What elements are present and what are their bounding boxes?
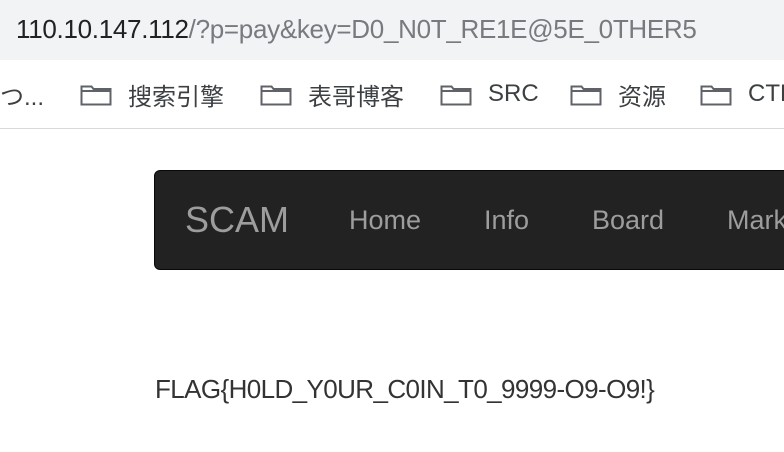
nav-link-home[interactable]: Home xyxy=(349,205,421,236)
folder-icon xyxy=(440,85,472,106)
bookmark-resources[interactable]: 资源 xyxy=(570,78,666,111)
bookmark-label: 表哥博客 xyxy=(308,83,404,111)
bookmark-cousin-blog[interactable]: 表哥博客 xyxy=(260,78,404,111)
folder-icon xyxy=(80,85,112,106)
bookmark-label: 资源 xyxy=(618,83,666,111)
flag-text: FLAG{H0LD_Y0UR_C0IN_T0_9999-O9-O9!} xyxy=(155,374,655,404)
address-bar[interactable]: 110.10.147.112/?p=pay&key=D0_N0T_RE1E@5E… xyxy=(0,0,784,60)
nav-link-board[interactable]: Board xyxy=(592,205,664,236)
navbar-brand[interactable]: SCAM xyxy=(185,199,289,241)
nav-link-market[interactable]: Market xyxy=(727,205,784,236)
url-path: /?p=pay&key=D0_N0T_RE1E@5E_0THER5 xyxy=(188,14,697,44)
bookmarks-bar: つ... 搜索引擎 表哥博客 SRC 资源 CTF xyxy=(0,60,784,129)
url-field[interactable]: 110.10.147.112/?p=pay&key=D0_N0T_RE1E@5E… xyxy=(16,14,697,45)
bookmark-truncated[interactable]: つ... xyxy=(0,78,44,111)
folder-icon xyxy=(700,85,732,106)
site-navbar: SCAM Home Info Board Market xyxy=(154,170,784,270)
bookmark-search-engines[interactable]: 搜索引擎 xyxy=(80,78,224,111)
bookmark-label: 搜索引擎 xyxy=(128,83,224,111)
bookmark-label: SRC xyxy=(488,80,539,107)
nav-link-info[interactable]: Info xyxy=(484,205,529,236)
bookmark-label: CTF xyxy=(748,80,784,107)
folder-icon xyxy=(260,85,292,106)
folder-icon xyxy=(570,85,602,106)
bookmark-ctf[interactable]: CTF xyxy=(700,78,784,110)
bookmark-src[interactable]: SRC xyxy=(440,78,539,110)
url-host: 110.10.147.112 xyxy=(16,14,189,44)
